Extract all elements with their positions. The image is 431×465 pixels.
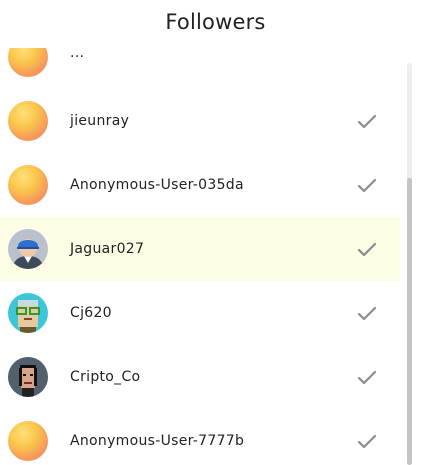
list-item[interactable]: Anonymous-User-035da: [0, 153, 400, 217]
follower-name[interactable]: jieunray: [70, 113, 129, 129]
avatar[interactable]: [8, 421, 48, 461]
list-item[interactable]: ...: [0, 48, 400, 89]
list-item[interactable]: jieunray: [0, 89, 400, 153]
check-icon[interactable]: [356, 305, 378, 323]
followers-list[interactable]: ... jieunray Anonymous-User-035da Jaguar…: [0, 48, 431, 465]
check-icon[interactable]: [356, 369, 378, 387]
check-icon[interactable]: [356, 177, 378, 195]
avatar[interactable]: [8, 48, 48, 77]
list-item[interactable]: Cj620: [0, 281, 400, 345]
follower-name[interactable]: Jaguar027: [70, 241, 144, 257]
check-icon[interactable]: [356, 433, 378, 451]
page-title: Followers: [165, 10, 266, 34]
avatar[interactable]: [8, 357, 48, 397]
avatar[interactable]: [8, 293, 48, 333]
header: Followers: [0, 0, 431, 44]
check-icon[interactable]: [356, 113, 378, 131]
follower-name[interactable]: Anonymous-User-035da: [70, 177, 244, 193]
list-item[interactable]: Anonymous-User-7777b: [0, 409, 400, 465]
avatar[interactable]: [8, 101, 48, 141]
follower-name[interactable]: Anonymous-User-7777b: [70, 433, 244, 449]
avatar[interactable]: [8, 165, 48, 205]
scrollbar-thumb[interactable]: [407, 178, 412, 465]
follower-name[interactable]: Cripto_Co: [70, 369, 140, 385]
list-item[interactable]: Cripto_Co: [0, 345, 400, 409]
list-item[interactable]: Jaguar027: [0, 217, 400, 281]
follower-name[interactable]: Cj620: [70, 305, 112, 321]
check-icon[interactable]: [356, 241, 378, 259]
avatar[interactable]: [8, 229, 48, 269]
follower-name[interactable]: ...: [70, 48, 84, 61]
